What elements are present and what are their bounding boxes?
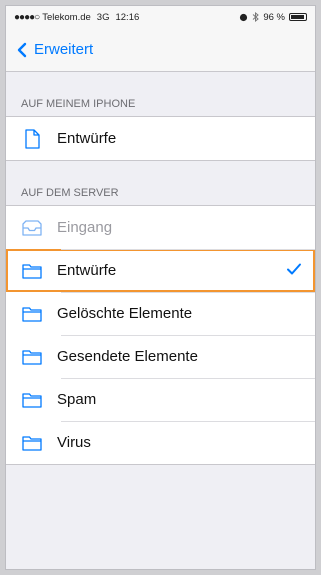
folder-icon xyxy=(22,263,42,279)
list-item[interactable]: Spam xyxy=(6,378,315,421)
list-item[interactable]: Gelöschte Elemente xyxy=(6,292,315,335)
chevron-left-icon xyxy=(17,42,27,57)
battery-icon xyxy=(289,13,307,21)
phone-screen: ●●●●○ Telekom.de 3G 12:16 96 % Erweitert… xyxy=(5,5,316,570)
folder-icon xyxy=(22,349,42,365)
clock: 12:16 xyxy=(115,11,140,23)
battery-percent: 96 % xyxy=(263,11,285,23)
folder-icon xyxy=(22,435,42,451)
list-item[interactable]: Entwürfe xyxy=(6,249,315,292)
lock-rotation-icon xyxy=(240,13,248,21)
list-item-label: Gelöschte Elemente xyxy=(57,305,193,322)
section-header-server: AUF DEM SERVER xyxy=(21,187,119,199)
navigation-bar: Erweitert xyxy=(6,28,315,72)
list-item[interactable]: Entwürfe xyxy=(6,117,315,160)
list-item-label: Virus xyxy=(57,434,91,451)
list-item-label: Gesendete Elemente xyxy=(57,348,198,365)
list-item: Eingang xyxy=(6,206,315,249)
list-item-label: Entwürfe xyxy=(57,262,117,279)
back-button[interactable]: Erweitert xyxy=(12,39,93,61)
folder-icon xyxy=(22,392,42,408)
list-item-label: Entwürfe xyxy=(57,130,117,147)
document-icon xyxy=(25,128,40,149)
list-item[interactable]: Gesendete Elemente xyxy=(6,335,315,378)
list-item-label: Eingang xyxy=(57,219,113,236)
list-item[interactable]: Virus xyxy=(6,421,315,464)
folder-icon xyxy=(22,306,42,322)
phone-folder-list: Entwürfe xyxy=(6,116,315,161)
signal-strength: ●●●●○ xyxy=(14,11,40,23)
list-item-label: Spam xyxy=(57,391,97,408)
inbox-icon xyxy=(22,219,42,236)
back-button-label: Erweitert xyxy=(34,41,94,58)
server-folder-list: Eingang Entwürfe Gelöschte Elemente Gese… xyxy=(6,205,315,465)
checkmark-icon xyxy=(287,263,301,275)
bluetooth-icon xyxy=(253,12,260,22)
network-type: 3G xyxy=(96,11,110,23)
carrier-name: Telekom.de xyxy=(42,11,91,23)
status-bar: ●●●●○ Telekom.de 3G 12:16 96 % xyxy=(6,6,315,28)
section-header-phone: AUF MEINEM IPHONE xyxy=(21,98,136,110)
